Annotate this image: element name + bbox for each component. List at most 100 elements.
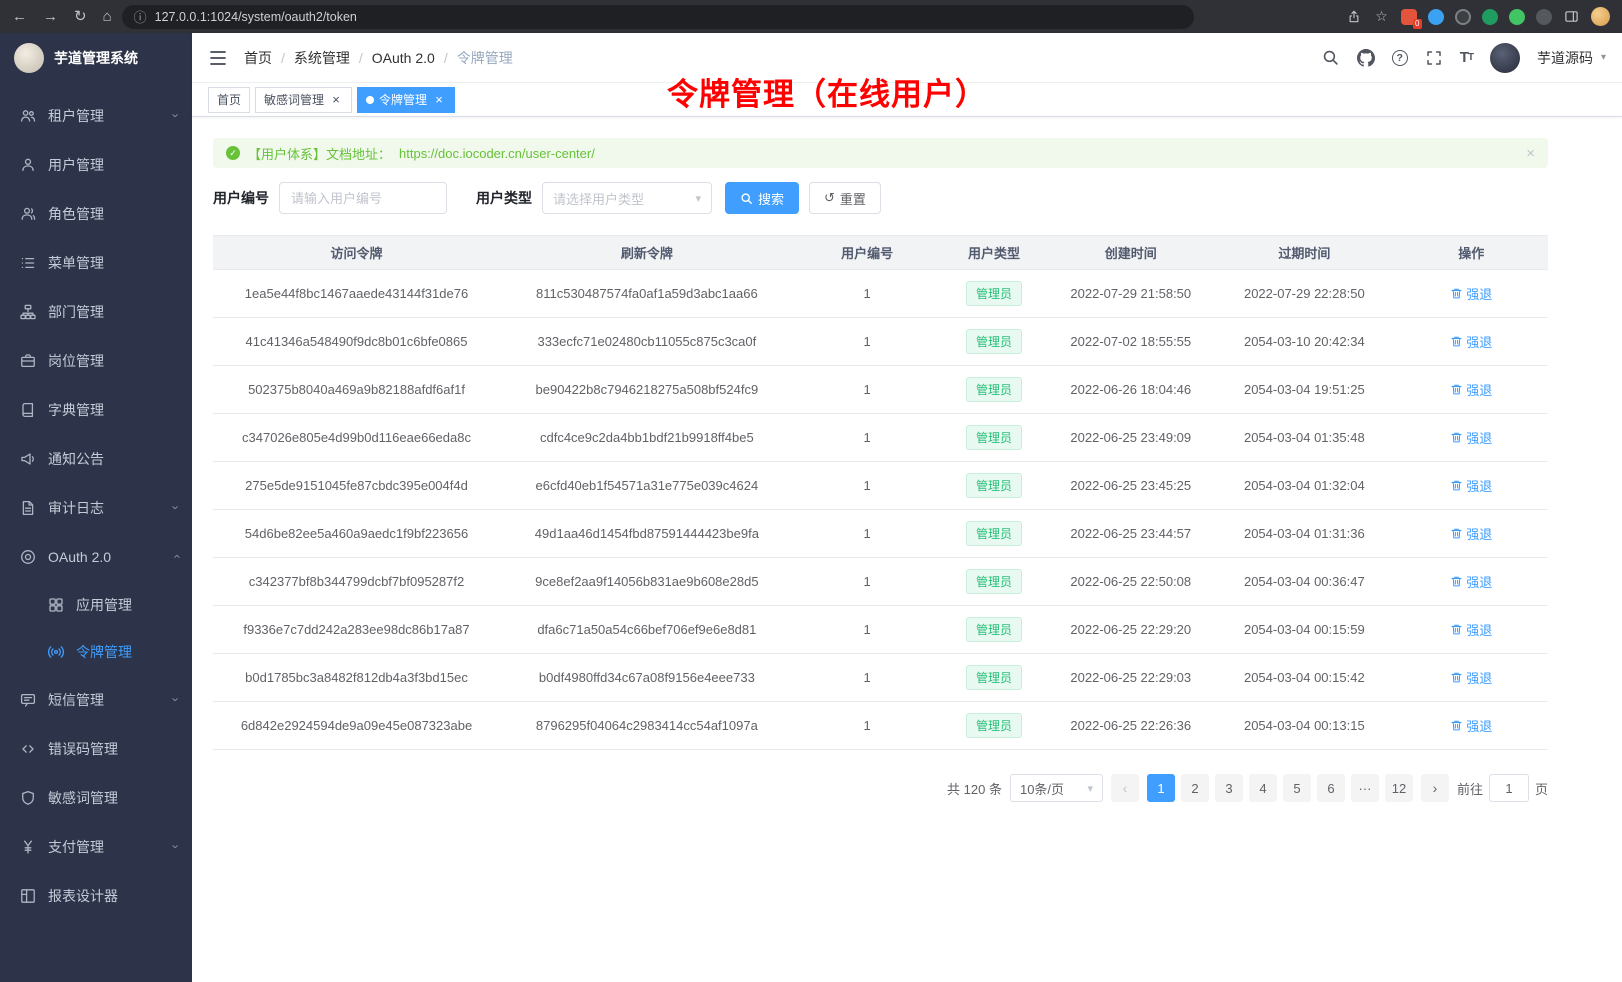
address-bar[interactable]: ⓘ 127.0.0.1:1024/system/oauth2/token xyxy=(122,5,1194,29)
page-button-3[interactable]: 3 xyxy=(1215,774,1243,802)
sidebar-item-notice[interactable]: 通知公告 xyxy=(0,434,192,483)
alert-doc-link[interactable]: https://doc.iocoder.cn/user-center/ xyxy=(399,146,595,161)
sidebar-item-role[interactable]: 角色管理 xyxy=(0,189,192,238)
browser-chrome: ← → ↻ ⌂ ⓘ 127.0.0.1:1024/system/oauth2/t… xyxy=(0,0,1622,33)
cell-expire-time: 2022-07-29 22:28:50 xyxy=(1214,270,1394,318)
app-logo[interactable]: 芋道管理系统 xyxy=(0,33,192,83)
username[interactable]: 芋道源码 xyxy=(1537,48,1593,68)
sidebar-item-dict[interactable]: 字典管理 xyxy=(0,385,192,434)
sidebar-item-audit-log[interactable]: 审计日志› xyxy=(0,483,192,532)
page-button-4[interactable]: 4 xyxy=(1249,774,1277,802)
cell-user-id: 1 xyxy=(794,270,941,318)
user-id-input[interactable] xyxy=(279,182,447,214)
home-icon[interactable]: ⌂ xyxy=(103,9,112,24)
tab-close-icon[interactable]: × xyxy=(432,93,446,107)
sidebar-item-post[interactable]: 岗位管理 xyxy=(0,336,192,385)
extension-icon-1[interactable]: 0 xyxy=(1401,9,1417,25)
breadcrumb-item[interactable]: OAuth 2.0 xyxy=(372,50,435,66)
force-logout-button[interactable]: 强退 xyxy=(1450,332,1492,351)
tab-sensitive-word[interactable]: 敏感词管理× xyxy=(255,87,352,113)
sidebar-item-pay[interactable]: 支付管理› xyxy=(0,822,192,871)
breadcrumb-item[interactable]: 系统管理 xyxy=(294,48,350,68)
force-logout-button[interactable]: 强退 xyxy=(1450,476,1492,495)
force-logout-button[interactable]: 强退 xyxy=(1450,380,1492,399)
page-ellipsis-button[interactable]: ··· xyxy=(1351,774,1379,802)
tab-home[interactable]: 首页 xyxy=(208,87,250,113)
sidebar-item-label: 错误码管理 xyxy=(48,739,118,759)
user-type-select[interactable]: 请选择用户类型 ▾ xyxy=(542,182,712,214)
breadcrumb-item[interactable]: 首页 xyxy=(244,48,272,68)
force-logout-button[interactable]: 强退 xyxy=(1450,428,1492,447)
alert-close-icon[interactable]: × xyxy=(1526,145,1535,162)
sidebar-item-menu[interactable]: 菜单管理 xyxy=(0,238,192,287)
chevron-down-icon: ▾ xyxy=(695,192,701,205)
browser-profile-avatar[interactable] xyxy=(1591,7,1610,26)
reset-button[interactable]: ↺ 重置 xyxy=(809,182,881,214)
cell-refresh-token: dfa6c71a50a54c66bef706ef9e6e8d81 xyxy=(500,606,794,654)
fullscreen-icon[interactable] xyxy=(1425,49,1443,67)
extension-icon-3[interactable] xyxy=(1455,9,1471,25)
bookmark-star-icon[interactable]: ☆ xyxy=(1373,8,1390,25)
prev-page-button[interactable]: ‹ xyxy=(1111,774,1139,802)
search-icon[interactable] xyxy=(1322,49,1340,67)
sidebar-fold-icon[interactable] xyxy=(208,48,228,68)
tab-oauth2-token[interactable]: 令牌管理× xyxy=(357,87,455,113)
page-size-select[interactable]: 10条/页 ▾ xyxy=(1010,774,1103,802)
trash-icon xyxy=(1450,287,1463,300)
extension-icon-4[interactable] xyxy=(1482,9,1498,25)
user-avatar[interactable] xyxy=(1490,43,1520,73)
sidebar-item-tenant[interactable]: 租户管理› xyxy=(0,91,192,140)
force-logout-button[interactable]: 强退 xyxy=(1450,572,1492,591)
sidebar-item-sms[interactable]: 短信管理› xyxy=(0,675,192,724)
force-logout-button[interactable]: 强退 xyxy=(1450,716,1492,735)
back-icon[interactable]: ← xyxy=(12,9,27,24)
extension-icon-2[interactable] xyxy=(1428,9,1444,25)
page-button-12[interactable]: 12 xyxy=(1385,774,1413,802)
help-icon[interactable]: ? xyxy=(1392,50,1408,66)
force-logout-button[interactable]: 强退 xyxy=(1450,620,1492,639)
force-logout-button[interactable]: 强退 xyxy=(1450,668,1492,687)
page-button-5[interactable]: 5 xyxy=(1283,774,1311,802)
cell-expire-time: 2054-03-04 00:13:15 xyxy=(1214,702,1394,750)
page-button-1[interactable]: 1 xyxy=(1147,774,1175,802)
force-logout-button[interactable]: 强退 xyxy=(1450,284,1492,303)
next-page-button[interactable]: › xyxy=(1421,774,1449,802)
side-panel-icon[interactable] xyxy=(1563,8,1580,25)
share-icon[interactable] xyxy=(1345,8,1362,25)
sidebar-item-label: 应用管理 xyxy=(76,595,132,615)
sidebar-item-error-code[interactable]: 错误码管理 xyxy=(0,724,192,773)
page-button-6[interactable]: 6 xyxy=(1317,774,1345,802)
reload-icon[interactable]: ↻ xyxy=(74,9,87,24)
tab-close-icon[interactable]: × xyxy=(329,93,343,107)
sidebar-item-oauth2-token[interactable]: 令牌管理 xyxy=(0,628,192,675)
sidebar-item-dept[interactable]: 部门管理 xyxy=(0,287,192,336)
force-logout-label: 强退 xyxy=(1466,428,1492,447)
sidebar-item-oauth2[interactable]: OAuth 2.0› xyxy=(0,532,192,581)
page-button-2[interactable]: 2 xyxy=(1181,774,1209,802)
trash-icon xyxy=(1450,719,1463,732)
sidebar-menu: 租户管理›用户管理角色管理菜单管理部门管理岗位管理字典管理通知公告审计日志›OA… xyxy=(0,83,192,982)
sidebar-item-sensitive-word[interactable]: 敏感词管理 xyxy=(0,773,192,822)
trash-icon xyxy=(1450,575,1463,588)
cell-actions: 强退 xyxy=(1394,558,1548,606)
table-row: 54d6be82ee5a460a9aedc1f9bf22365649d1aa46… xyxy=(213,510,1548,558)
goto-page-input[interactable] xyxy=(1489,774,1529,802)
font-size-icon[interactable]: TT xyxy=(1460,49,1473,67)
sidebar-item-oauth2-app[interactable]: 应用管理 xyxy=(0,581,192,628)
cell-refresh-token: be90422b8c7946218275a508bf524fc9 xyxy=(500,366,794,414)
forward-icon[interactable]: → xyxy=(43,9,58,24)
sidebar-item-user[interactable]: 用户管理 xyxy=(0,140,192,189)
force-logout-button[interactable]: 强退 xyxy=(1450,524,1492,543)
table-header-row: 访问令牌刷新令牌用户编号用户类型创建时间过期时间操作 xyxy=(213,236,1548,270)
extension-icon-5[interactable] xyxy=(1509,9,1525,25)
cell-expire-time: 2054-03-04 01:32:04 xyxy=(1214,462,1394,510)
sidebar-item-report[interactable]: 报表设计器 xyxy=(0,871,192,920)
reset-icon: ↺ xyxy=(824,190,835,206)
cell-refresh-token: 811c530487574fa0af1a59d3abc1aa66 xyxy=(500,270,794,318)
site-info-icon[interactable]: ⓘ xyxy=(134,7,147,26)
cell-user-type: 管理员 xyxy=(941,654,1048,702)
extension-icon-6[interactable] xyxy=(1536,9,1552,25)
goto-suffix: 页 xyxy=(1535,779,1548,798)
search-button[interactable]: 搜索 xyxy=(725,182,799,214)
github-icon[interactable] xyxy=(1357,49,1375,67)
